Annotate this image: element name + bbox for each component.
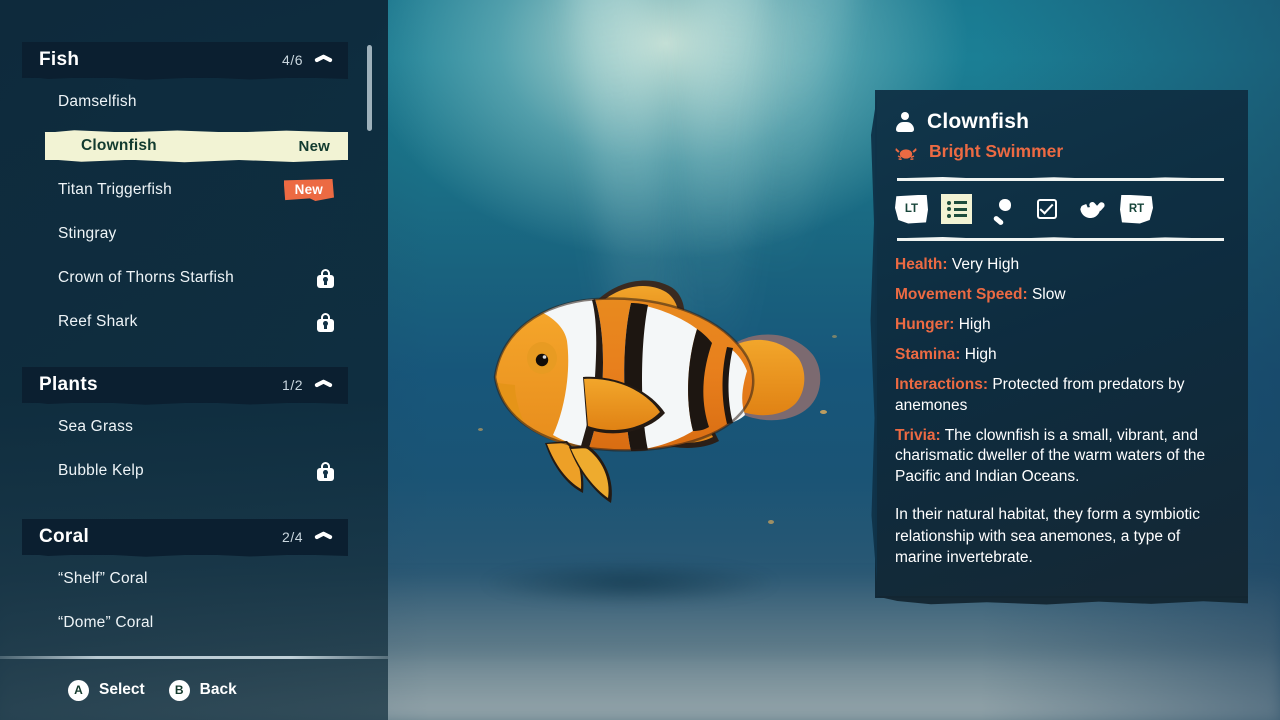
hint-label: Select xyxy=(99,681,145,698)
lock-icon xyxy=(317,268,334,288)
controls-footer: A Select B Back xyxy=(0,660,388,720)
tab-strip: LT RT xyxy=(895,194,1226,226)
species-info-panel: Clownfish Bright Swimmer LT RT Health: V… xyxy=(875,90,1248,598)
species-title-row: Clownfish xyxy=(895,110,1226,134)
stat-label: Health: xyxy=(895,256,948,273)
list-item[interactable]: Titan Triggerfish New xyxy=(22,175,348,205)
tab-lt-bumper[interactable]: LT xyxy=(895,194,928,224)
catalogue-sidebar: Fish 4/6 Damselfish Clownfish New Titan … xyxy=(0,0,388,720)
stat-interactions: Interactions: Protected from predators b… xyxy=(895,375,1226,417)
divider-top xyxy=(897,178,1224,181)
list-item-label: Stingray xyxy=(58,225,117,242)
person-icon xyxy=(895,112,915,132)
list-item-label: “Dome” Coral xyxy=(58,614,154,631)
species-name: Clownfish xyxy=(927,110,1030,133)
chevron-up-icon[interactable] xyxy=(315,55,332,65)
stat-value: Slow xyxy=(1031,285,1066,303)
stat-trivia: Trivia: The clownfish is a small, vibran… xyxy=(895,426,1226,489)
species-subtitle: Bright Swimmer xyxy=(929,141,1064,161)
hint-back[interactable]: B Back xyxy=(168,679,237,701)
stat-label: Hunger: xyxy=(895,315,955,333)
list-item-selected[interactable]: Clownfish New xyxy=(45,132,348,160)
section-title: Plants xyxy=(39,374,98,395)
list-item-locked[interactable]: Crown of Thorns Starfish xyxy=(22,263,348,293)
tab-care[interactable] xyxy=(1075,194,1108,224)
chevron-up-icon[interactable] xyxy=(315,532,332,542)
list-item[interactable]: Stingray xyxy=(22,219,348,249)
chevron-up-icon[interactable] xyxy=(315,380,332,390)
new-label: New xyxy=(298,137,330,155)
stat-value: High xyxy=(964,345,997,363)
lock-icon xyxy=(317,461,334,481)
divider-bottom xyxy=(897,238,1224,241)
stat-label: Trivia: xyxy=(895,426,941,444)
hint-label: Back xyxy=(199,681,237,698)
stat-hunger: Hunger: High xyxy=(895,315,1226,336)
list-item-label: Titan Triggerfish xyxy=(58,181,172,198)
stat-value: Very High xyxy=(951,256,1020,273)
checkbox-icon xyxy=(1031,194,1062,224)
section-title: Coral xyxy=(39,526,90,547)
stat-label: Interactions: xyxy=(895,375,989,393)
description-paragraph: In their natural habitat, they form a sy… xyxy=(895,506,1200,567)
care-heart-icon xyxy=(1076,194,1107,224)
stat-label: Movement Speed: xyxy=(895,285,1028,303)
list-item-label: Clownfish xyxy=(81,137,157,154)
section-title: Fish xyxy=(39,49,80,70)
stat-value: High xyxy=(958,315,991,333)
stat-label: Stamina: xyxy=(895,345,961,363)
stat-movement-speed: Movement Speed: Slow xyxy=(895,285,1226,306)
footer-divider xyxy=(0,656,388,659)
scrollbar-thumb[interactable] xyxy=(367,45,372,131)
list-icon xyxy=(941,194,972,224)
stat-value: The clownfish is a small, vibrant, and c… xyxy=(895,426,1206,486)
stat-health: Health: Very High xyxy=(895,255,1226,276)
button-b-icon: B xyxy=(168,679,190,701)
list-item[interactable]: Sea Grass xyxy=(22,412,348,442)
list-item-label: Reef Shark xyxy=(58,313,138,330)
list-item-label: Bubble Kelp xyxy=(58,462,144,479)
fish-shadow xyxy=(480,560,780,606)
crab-icon xyxy=(895,147,917,160)
stats-list: Health: Very High Movement Speed: Slow H… xyxy=(895,255,1226,488)
list-item-label: Crown of Thorns Starfish xyxy=(58,269,234,286)
clownfish-illustration xyxy=(493,280,821,503)
button-a-icon: A xyxy=(68,679,89,701)
tab-rt-bumper[interactable]: RT xyxy=(1120,194,1153,224)
list-item[interactable]: Damselfish xyxy=(22,87,348,117)
species-subtitle-row: Bright Swimmer xyxy=(895,141,1226,162)
stat-stamina: Stamina: High xyxy=(895,345,1226,366)
section-count: 2/4 xyxy=(282,529,303,545)
list-item[interactable]: “Shelf” Coral xyxy=(22,564,348,594)
tab-info-list[interactable] xyxy=(940,194,973,224)
list-item-label: Damselfish xyxy=(58,93,137,110)
list-item[interactable]: “Dome” Coral xyxy=(22,608,348,638)
section-count: 4/6 xyxy=(282,52,303,68)
rt-bumper-icon: RT xyxy=(1120,194,1153,224)
lock-icon xyxy=(317,312,334,332)
new-badge: New xyxy=(283,179,334,201)
food-icon xyxy=(986,194,1017,226)
list-item-locked[interactable]: Reef Shark xyxy=(22,307,348,337)
section-header-coral[interactable]: Coral 2/4 xyxy=(22,519,348,555)
list-item-label: “Shelf” Coral xyxy=(58,570,148,587)
tab-feeding[interactable] xyxy=(985,194,1018,226)
list-item-locked[interactable]: Bubble Kelp xyxy=(22,456,348,486)
section-count: 1/2 xyxy=(282,377,303,393)
tab-tasks[interactable] xyxy=(1030,194,1063,224)
catalogue-list[interactable]: Fish 4/6 Damselfish Clownfish New Titan … xyxy=(0,0,388,652)
hint-select[interactable]: A Select xyxy=(68,679,145,701)
lt-bumper-icon: LT xyxy=(895,194,928,224)
section-header-fish[interactable]: Fish 4/6 xyxy=(22,42,348,78)
section-header-plants[interactable]: Plants 1/2 xyxy=(22,367,348,403)
list-item-label: Sea Grass xyxy=(58,418,134,435)
